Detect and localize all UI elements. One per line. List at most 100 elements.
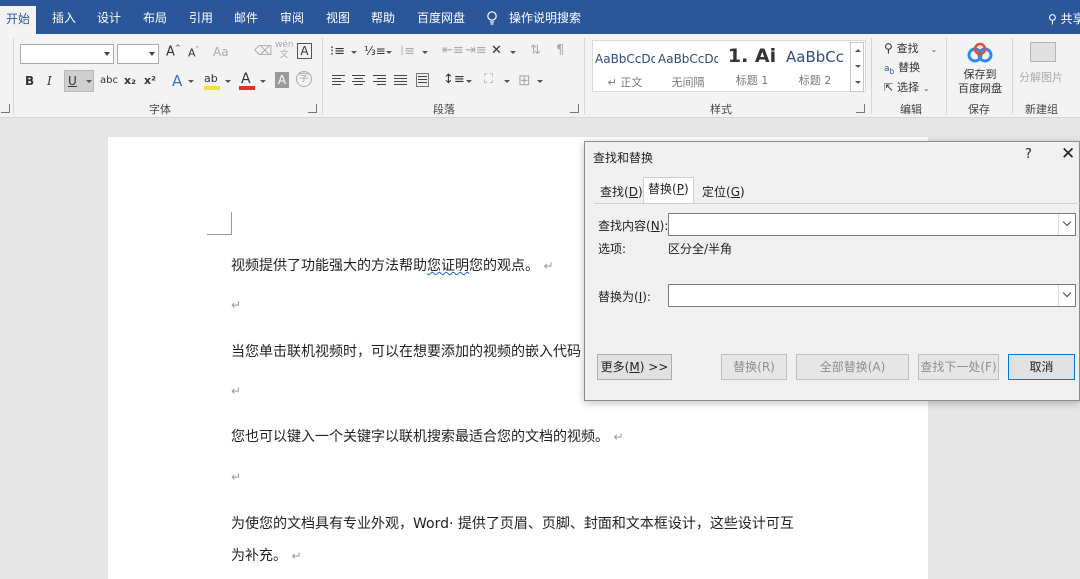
replace-all-button[interactable]: 全部替换(A) <box>796 354 909 380</box>
paragraph-mark: ↵ <box>613 430 624 444</box>
font-size-combo[interactable] <box>117 44 159 64</box>
chevron-down-icon <box>504 80 510 83</box>
tell-me-search[interactable]: 操作说明搜索 <box>505 0 585 34</box>
new-group-label: 新建组 <box>1025 103 1058 116</box>
more-button[interactable]: 更多(M) >> <box>597 354 672 380</box>
paragraph-3[interactable]: 您也可以键入一个关键字以联机搜索最适合您的文档的视频。 ↵ <box>231 426 624 446</box>
replace-button[interactable]: 替换(R) <box>721 354 787 380</box>
find-button[interactable]: ⚲ 查找 ⌄ <box>884 40 937 56</box>
paragraph-empty[interactable]: ↵ <box>231 383 241 399</box>
shading-icon[interactable]: ⛶ <box>484 72 493 87</box>
font-color-button[interactable]: A <box>241 71 251 87</box>
tab-goto[interactable]: 定位(G) <box>697 180 750 204</box>
tab-review[interactable]: 审阅 <box>276 0 308 34</box>
replace-button[interactable]: ab 替换 <box>884 59 920 76</box>
style-heading-2[interactable]: AaBbCc 标题 2 <box>785 42 845 90</box>
find-what-label: 查找内容(N): <box>598 219 669 233</box>
tab-find[interactable]: 查找(D) <box>595 180 648 204</box>
replace-icon: ab <box>884 64 895 76</box>
distributed-icon[interactable] <box>416 73 429 87</box>
tab-design[interactable]: 设计 <box>93 0 125 34</box>
align-right-icon[interactable] <box>373 75 386 87</box>
paragraph-2[interactable]: 当您单击联机视频时，可以在想要添加的视频的嵌入代码 <box>231 341 581 361</box>
tab-layout[interactable]: 布局 <box>139 0 171 34</box>
chevron-down-icon <box>225 80 231 83</box>
chevron-down-icon: ⌄ <box>930 45 938 54</box>
grow-font-button[interactable]: A^ <box>166 44 181 59</box>
sort-icon[interactable]: ⇅ <box>530 43 541 58</box>
align-left-icon[interactable] <box>332 75 345 87</box>
tab-mailings[interactable]: 邮件 <box>230 0 262 34</box>
tab-insert[interactable]: 插入 <box>48 0 80 34</box>
change-case-button[interactable]: Aa <box>213 45 229 59</box>
split-image-button[interactable]: 分解图片 <box>1019 69 1063 85</box>
style-name: 标题 2 <box>798 74 832 87</box>
style-heading-1[interactable]: 1. Ai 标题 1 <box>722 42 782 90</box>
find-next-button[interactable]: 查找下一处(F) <box>918 354 999 380</box>
help-icon[interactable]: ? <box>1025 147 1032 162</box>
find-what-input[interactable] <box>668 213 1076 236</box>
cancel-button[interactable]: 取消 <box>1008 354 1075 380</box>
increase-indent-icon[interactable]: ⇥≡ <box>465 43 487 58</box>
paragraph-empty[interactable]: ↵ <box>231 469 241 485</box>
char-border-button[interactable]: A <box>297 43 312 59</box>
shrink-font-button[interactable]: Aˇ <box>188 46 199 60</box>
paragraph-text: 您的观点。 <box>469 258 539 274</box>
font-name-combo[interactable] <box>20 44 114 64</box>
numbering-icon[interactable]: ⅓≡ <box>364 44 386 58</box>
text-effects-button[interactable]: A <box>172 72 182 90</box>
subscript-button[interactable]: x₂ <box>124 74 136 87</box>
tab-replace[interactable]: 替换(P) <box>643 177 694 204</box>
styles-group-label: 样式 <box>710 103 732 116</box>
paragraph-text: 视频提供了功能强大的方法帮助 <box>231 258 427 274</box>
save-to-line2: 百度网盘 <box>958 82 1002 95</box>
clipboard-dialog-launcher[interactable] <box>1 104 10 113</box>
options-label: 选项: <box>598 242 627 256</box>
find-replace-dialog: 查找和替换 ? ✕ 查找(D) 替换(P) 定位(G) 查找内容(N): 选项:… <box>584 141 1080 401</box>
line-spacing-icon[interactable]: ↕≡ <box>443 72 465 87</box>
font-color-bar <box>239 86 255 90</box>
save-to-baidu-button[interactable]: 保存到 百度网盘 <box>957 68 1003 96</box>
align-center-icon[interactable] <box>352 75 365 87</box>
clear-format-icon[interactable]: ⌫ <box>254 44 272 59</box>
show-marks-icon[interactable]: ¶ <box>556 43 564 58</box>
decrease-indent-icon[interactable]: ⇤≡ <box>442 43 464 58</box>
paragraph-text: 为使您的文档具有专业外观，Word· 提供了页眉、页脚、封面和文本框设计，这些设… <box>231 516 794 532</box>
tab-view[interactable]: 视图 <box>322 0 354 34</box>
paragraph-empty[interactable]: ↵ <box>231 297 241 313</box>
char-shading-button[interactable]: A <box>275 72 289 88</box>
enclose-char-button[interactable]: 字 <box>296 71 312 87</box>
strikethrough-button[interactable]: abc <box>100 75 118 86</box>
cursor-icon: ⇱ <box>884 81 894 94</box>
style-normal[interactable]: AaBbCcDd ↵ 正文 <box>595 42 655 90</box>
styles-dialog-launcher[interactable] <box>856 104 865 113</box>
chevron-down-icon <box>510 51 516 54</box>
close-icon[interactable]: ✕ <box>1061 144 1075 164</box>
borders-icon[interactable]: ⊞ <box>518 71 531 89</box>
paragraph-4-line-2[interactable]: 为补充。 ↵ <box>231 545 302 565</box>
highlight-button[interactable]: ab <box>204 72 218 85</box>
chevron-down-icon <box>351 51 357 54</box>
multilevel-list-icon[interactable]: ⁞≡ <box>400 44 415 59</box>
chevron-down-icon: ⌄ <box>922 84 930 93</box>
phonetic-guide-button[interactable]: wén 文 <box>275 40 294 60</box>
justify-icon[interactable] <box>394 75 407 87</box>
styles-gallery-scroll[interactable] <box>850 42 864 92</box>
tab-help[interactable]: 帮助 <box>367 0 399 34</box>
italic-button[interactable]: I <box>47 74 52 88</box>
bold-button[interactable]: B <box>25 74 34 88</box>
tab-baidu-netdisk[interactable]: 百度网盘 <box>413 0 469 34</box>
replace-with-input[interactable] <box>668 284 1076 307</box>
share-button[interactable]: ⚲ 共享 <box>1048 10 1080 27</box>
tab-home[interactable]: 开始 <box>0 6 37 34</box>
font-dialog-launcher[interactable] <box>308 104 317 113</box>
style-no-spacing[interactable]: AaBbCcDd 无间隔 <box>658 42 718 90</box>
chinese-layout-icon[interactable]: ✕ <box>491 43 502 58</box>
paragraph-4-line-1[interactable]: 为使您的文档具有专业外观，Word· 提供了页眉、页脚、封面和文本框设计，这些设… <box>231 513 794 533</box>
tab-references[interactable]: 引用 <box>185 0 217 34</box>
paragraph-dialog-launcher[interactable] <box>570 104 579 113</box>
superscript-button[interactable]: x² <box>144 74 156 87</box>
select-button[interactable]: ⇱ 选择 ⌄ <box>884 79 930 95</box>
bullets-icon[interactable]: ⁝≡ <box>330 44 345 59</box>
paragraph-1[interactable]: 视频提供了功能强大的方法帮助您证明您的观点。 ↵ <box>231 255 554 275</box>
